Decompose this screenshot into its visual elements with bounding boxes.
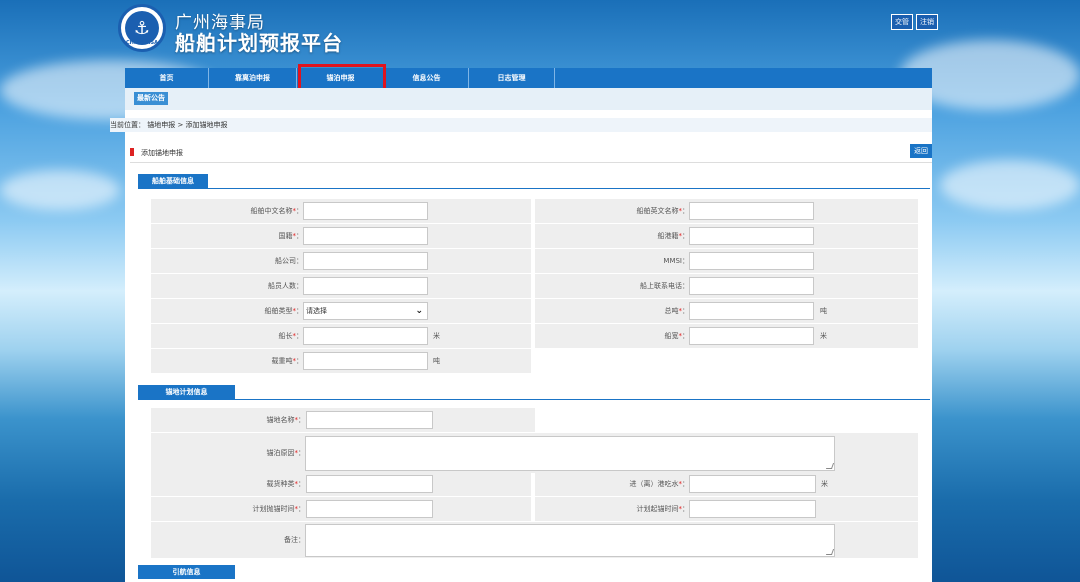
crew-count-input[interactable] xyxy=(303,277,428,295)
basic-info-tabbar: 船舶基础信息 xyxy=(138,174,930,189)
field-label: 载重吨*： xyxy=(271,357,304,365)
logout-link[interactable]: 注销 xyxy=(916,14,938,30)
unit-label: 米 xyxy=(820,332,827,340)
header: ⚓ CHINA MSA 广州海事局 船舶计划预报平台 交管 注销 xyxy=(0,0,1080,64)
field-label: 进（离）港吃水*： xyxy=(629,480,690,488)
form-row: 备注： xyxy=(151,522,918,558)
field-label: 船舶类型*： xyxy=(264,307,304,315)
mmsi-input[interactable] xyxy=(689,252,814,270)
unit-label: 吨 xyxy=(820,307,827,315)
resize-grip-icon xyxy=(825,549,835,555)
planned-anchor-time-input[interactable] xyxy=(306,500,433,518)
page-section-header: 添加锚地申报 返回 xyxy=(130,144,932,163)
form-row: 船公司： MMSI： xyxy=(151,249,918,273)
nav-log-management[interactable]: 日志管理 xyxy=(469,68,555,88)
deadweight-input[interactable] xyxy=(303,352,428,370)
unit-label: 米 xyxy=(433,332,440,340)
section-marker-icon xyxy=(130,148,134,156)
chevron-down-icon: ⌄ xyxy=(415,306,423,316)
latest-notice-button[interactable]: 最新公告 xyxy=(134,92,168,105)
nav-berth-report[interactable]: 靠离泊申报 xyxy=(209,68,297,88)
anchoring-reason-textarea[interactable] xyxy=(305,436,835,471)
plan-info-tabbar: 锚地计划信息 xyxy=(138,385,930,400)
company-input[interactable] xyxy=(303,252,428,270)
traffic-link[interactable]: 交管 xyxy=(891,14,913,30)
background-cloud xyxy=(940,160,1080,210)
planned-weigh-time-input[interactable] xyxy=(689,500,816,518)
pilot-info-tab[interactable]: 引航信息 xyxy=(138,565,235,579)
field-label: 船公司： xyxy=(275,257,303,265)
port-of-registry-input[interactable] xyxy=(689,227,814,245)
field-label: 船舶中文名称*： xyxy=(250,207,304,215)
field-label: 计划抛锚时间*： xyxy=(252,505,306,513)
field-label: 船长*： xyxy=(278,332,304,340)
onboard-phone-input[interactable] xyxy=(689,277,814,295)
field-label: 备注： xyxy=(284,536,305,544)
form-row: 国籍*： 船港籍*： xyxy=(151,224,918,248)
field-label: 锚泊原因*： xyxy=(266,449,306,457)
gross-tonnage-input[interactable] xyxy=(689,302,814,320)
field-label: 船员人数： xyxy=(268,282,303,290)
field-label: MMSI： xyxy=(663,257,689,265)
form-row: 计划抛锚时间*： 计划起锚时间*： xyxy=(151,497,918,521)
ship-length-input[interactable] xyxy=(303,327,428,345)
main-panel: 首页 靠离泊申报 锚泊申报 信息公告 日志管理 最新公告 添加锚地申报 返回 船… xyxy=(125,64,932,582)
sub-bar: 最新公告 xyxy=(125,88,932,110)
ship-type-select[interactable]: 请选择 ⌄ xyxy=(303,302,428,320)
pilot-info-tabbar: 引航信息 xyxy=(138,565,930,579)
unit-label: 米 xyxy=(821,480,828,488)
form-row: 船舶中文名称*： 船舶英文名称*： xyxy=(151,199,918,223)
back-button[interactable]: 返回 xyxy=(910,144,932,158)
top-links: 交管 注销 xyxy=(891,14,938,30)
main-nav: 首页 靠离泊申报 锚泊申报 信息公告 日志管理 xyxy=(125,68,932,88)
field-label: 载货种类*： xyxy=(266,480,306,488)
resize-grip-icon xyxy=(825,463,835,469)
form-row: 载货种类*： 进（离）港吃水*： 米 xyxy=(151,472,918,496)
field-label: 国籍*： xyxy=(278,232,304,240)
form-row: 船舶类型*： 请选择 ⌄ 总吨*： 吨 xyxy=(151,299,918,323)
remark-textarea[interactable] xyxy=(305,524,835,557)
breadcrumb: 当前位置： 锚地申报 > 添加锚地申报 xyxy=(110,118,932,132)
form-row: 船员人数： 船上联系电话： xyxy=(151,274,918,298)
cn-name-input[interactable] xyxy=(303,202,428,220)
form-row: 船长*： 米 船宽*： 米 xyxy=(151,324,918,348)
ship-type-value: 请选择 xyxy=(306,307,327,315)
anchorage-name-input[interactable] xyxy=(306,411,433,429)
form-row: 载重吨*： 吨 xyxy=(151,349,531,373)
cargo-type-input[interactable] xyxy=(306,475,433,493)
form-row: 锚泊原因*： xyxy=(151,433,918,473)
nav-home[interactable]: 首页 xyxy=(125,68,209,88)
field-label: 总吨*： xyxy=(664,307,690,315)
draft-input[interactable] xyxy=(689,475,816,493)
field-label: 计划起锚时间*： xyxy=(636,505,690,513)
field-label: 锚地名称*： xyxy=(266,416,306,424)
field-label: 船宽*： xyxy=(664,332,690,340)
nav-announcements[interactable]: 信息公告 xyxy=(385,68,469,88)
ship-width-input[interactable] xyxy=(689,327,814,345)
en-name-input[interactable] xyxy=(689,202,814,220)
logo-text: CHINA MSA xyxy=(126,40,158,46)
page-section-title: 添加锚地申报 xyxy=(141,149,183,157)
field-label: 船舶英文名称*： xyxy=(636,207,690,215)
plan-info-tab[interactable]: 锚地计划信息 xyxy=(138,385,235,399)
basic-info-tab[interactable]: 船舶基础信息 xyxy=(138,174,208,188)
background-cloud xyxy=(0,170,120,210)
unit-label: 吨 xyxy=(433,357,440,365)
site-title: 船舶计划预报平台 xyxy=(175,31,343,55)
field-label: 船上联系电话： xyxy=(640,282,689,290)
nationality-input[interactable] xyxy=(303,227,428,245)
form-row: 锚地名称*： xyxy=(151,408,535,432)
field-label: 船港籍*： xyxy=(657,232,690,240)
